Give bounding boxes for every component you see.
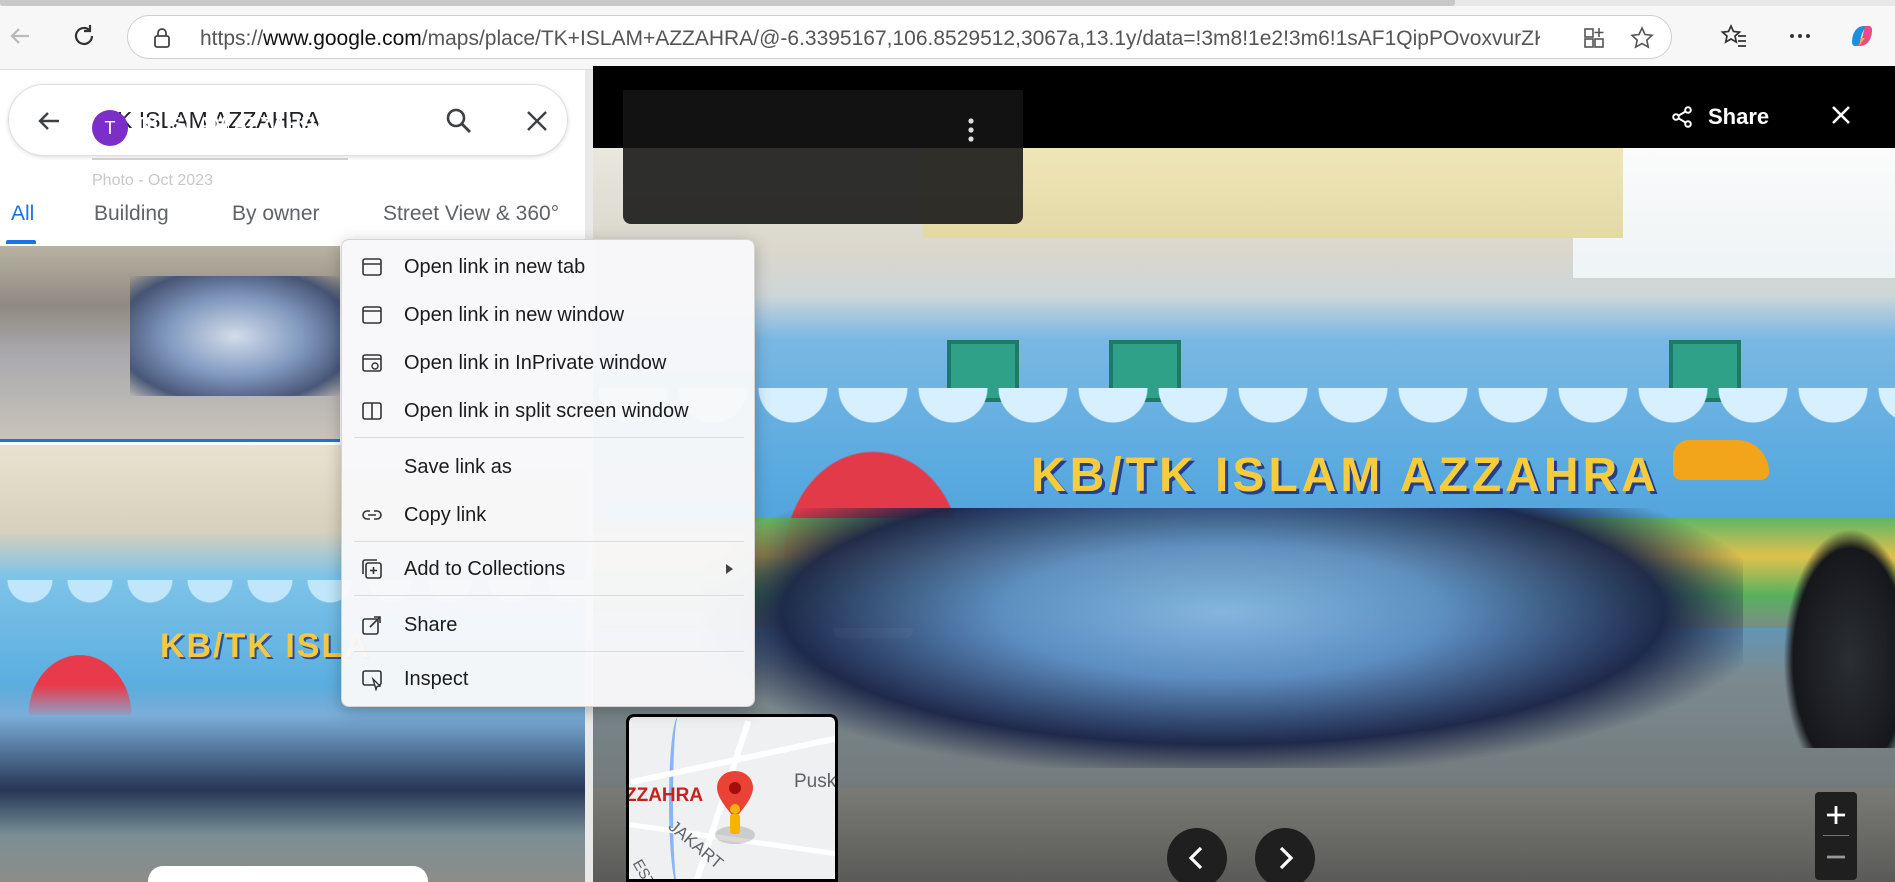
context-menu: Open link in new tab Open link in new wi…	[341, 239, 755, 707]
photo-date: Photo - Oct 2023	[92, 172, 213, 189]
menu-item-label: Share	[404, 614, 458, 636]
horizontal-scrollbar[interactable]	[0, 0, 1895, 6]
share-icon	[362, 616, 381, 635]
avatar[interactable]: T	[92, 110, 128, 146]
search-icon[interactable]	[443, 105, 475, 137]
inspect-icon	[362, 670, 382, 691]
menu-item-label: Open link in InPrivate window	[404, 352, 667, 374]
copilot-icon[interactable]	[1842, 16, 1882, 56]
minimap-label: Pusk	[794, 771, 837, 792]
back-arrow-icon[interactable]	[35, 107, 63, 135]
menu-item-label: Copy link	[404, 504, 487, 526]
close-icon[interactable]	[523, 107, 551, 135]
menu-item-label: Open link in split screen window	[404, 400, 689, 422]
group-photo	[130, 276, 340, 396]
split-screen-icon	[362, 402, 382, 420]
inprivate-icon	[362, 354, 382, 372]
selected-indicator	[0, 439, 340, 442]
minimap-place-label: ZZAHRA	[626, 785, 704, 806]
photo-thumbnail-1[interactable]	[0, 246, 340, 442]
lock-icon[interactable]	[150, 26, 174, 50]
place-name-divider	[92, 158, 348, 160]
tab-building[interactable]: Building	[94, 202, 169, 226]
new-tab-icon	[362, 258, 382, 276]
menu-open-new-tab[interactable]: Open link in new tab	[342, 245, 756, 289]
menu-separator	[354, 437, 744, 438]
menu-open-inprivate[interactable]: Open link in InPrivate window	[342, 341, 756, 385]
chevron-left-icon	[1188, 846, 1203, 870]
children-group	[0, 685, 585, 835]
mural-text: KB/TK ISLA	[160, 627, 371, 665]
previous-photo-button[interactable]	[1167, 828, 1227, 882]
photo-filter-tabs: All Building By owner Street View & 360°	[0, 194, 593, 234]
next-photo-button[interactable]	[1255, 828, 1315, 882]
more-options-icon[interactable]	[966, 116, 976, 144]
favorites-icon[interactable]	[1714, 16, 1754, 56]
menu-item-label: Save link as	[404, 456, 512, 478]
share-icon	[1672, 106, 1692, 128]
browser-toolbar: https://www.google.com/maps/place/TK+ISL…	[0, 0, 1895, 70]
zoom-control	[1815, 792, 1857, 880]
link-icon	[362, 510, 382, 520]
building-wall	[923, 148, 1623, 238]
collections-icon	[362, 559, 382, 579]
menu-separator	[354, 651, 744, 652]
menu-copy-link[interactable]: Copy link	[342, 493, 756, 537]
tab-street-view[interactable]: Street View & 360°	[383, 202, 559, 226]
menu-save-link-as[interactable]: Save link as	[342, 445, 756, 489]
menu-open-split-screen[interactable]: Open link in split screen window	[342, 389, 756, 433]
share-button[interactable]: Share	[1670, 104, 1769, 130]
menu-add-to-collections[interactable]: Add to Collections	[342, 547, 756, 591]
menu-item-label: Add to Collections	[404, 558, 566, 580]
close-viewer-icon[interactable]	[1828, 102, 1854, 128]
zoom-divider	[1823, 835, 1849, 836]
new-window-icon	[362, 306, 382, 324]
menu-separator	[354, 595, 744, 596]
more-menu-icon[interactable]	[1780, 16, 1820, 56]
refresh-icon[interactable]	[64, 16, 104, 56]
active-tab-indicator	[6, 240, 36, 244]
children-group	[703, 508, 1743, 768]
mural-title: KB/TK ISLAM AZZAHRA	[1031, 449, 1660, 502]
zoom-in-icon[interactable]	[1825, 804, 1847, 826]
menu-open-new-window[interactable]: Open link in new window	[342, 293, 756, 337]
mural-airplane	[1673, 440, 1769, 480]
minimap[interactable]: ZZAHRA Pusk JAKART EST	[626, 714, 838, 882]
favorite-star-icon[interactable]	[1628, 24, 1656, 52]
panel-bottom-pill[interactable]	[148, 866, 428, 882]
menu-item-label: Open link in new tab	[404, 256, 586, 278]
photo-info-card	[623, 90, 1023, 224]
zoom-out-icon[interactable]	[1825, 846, 1847, 868]
menu-item-label: Open link in new window	[404, 304, 625, 326]
map-pin-icon	[715, 771, 755, 844]
chevron-right-icon	[1279, 846, 1294, 870]
url-text[interactable]: https://www.google.com/maps/place/TK+ISL…	[200, 27, 1540, 51]
address-bar[interactable]: https://www.google.com/maps/place/TK+ISL…	[127, 15, 1672, 59]
minimap-label: EST	[628, 856, 659, 882]
menu-separator	[354, 541, 744, 542]
place-name[interactable]: TK ISLAM AZZAHRA	[134, 114, 330, 137]
app-available-icon[interactable]	[1580, 24, 1608, 52]
scrollbar-thumb[interactable]	[0, 0, 1455, 6]
tab-all[interactable]: All	[11, 202, 34, 226]
share-label: Share	[1708, 104, 1770, 129]
motorcycle	[1783, 528, 1895, 748]
menu-inspect[interactable]: Inspect	[342, 657, 756, 701]
back-icon[interactable]	[0, 16, 40, 56]
menu-item-label: Inspect	[404, 668, 469, 690]
submenu-arrow-icon	[726, 564, 733, 574]
menu-share[interactable]: Share	[342, 603, 756, 647]
tab-by-owner[interactable]: By owner	[232, 202, 320, 226]
